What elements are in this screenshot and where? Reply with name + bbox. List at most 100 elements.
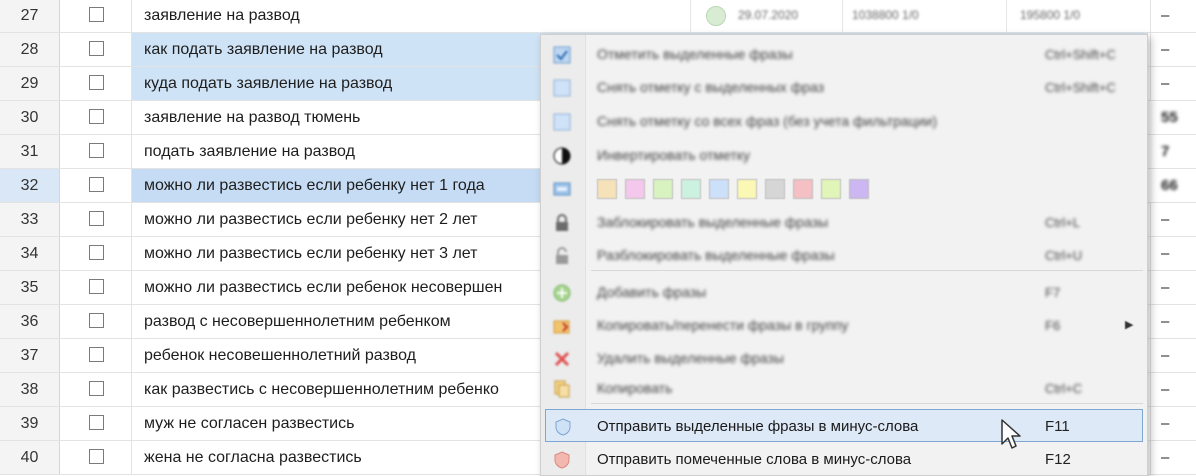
row-number: 30 (0, 101, 60, 134)
menu-item[interactable]: Заблокировать выделенные фразы Ctrl+L (541, 206, 1147, 239)
menu-item-label: Добавить фразы (597, 284, 707, 300)
menu-item-label: Инвертировать отметку (597, 147, 751, 163)
shield-blue-icon (555, 418, 571, 436)
menu-item-shortcut: F7 (1045, 285, 1061, 300)
phrase-text: заявление на развод тюмень (144, 109, 361, 126)
color-swatch[interactable] (849, 179, 869, 199)
frequency-cell: – (1150, 237, 1196, 270)
menu-item-shortcut: F6 (1045, 318, 1061, 333)
color-swatch[interactable] (821, 179, 841, 199)
frequency-cell: – (1150, 203, 1196, 236)
color-swatch[interactable] (793, 179, 813, 199)
menu-item-label: Заблокировать выделенные фразы (597, 214, 829, 230)
row-checkbox[interactable] (89, 279, 104, 294)
frequency-cell: – (1150, 441, 1196, 474)
submenu-arrow-icon: ▶ (1125, 319, 1134, 331)
menu-item[interactable]: Копировать/перенести фразы в группу F6 ▶ (541, 309, 1147, 342)
lock-icon (556, 214, 568, 231)
row-checkbox[interactable] (89, 313, 104, 328)
row-checkbox[interactable] (89, 41, 104, 56)
row-checkbox[interactable] (89, 381, 104, 396)
frequency-cell: – (1150, 305, 1196, 338)
phrase-text: заявление на развод (144, 7, 300, 24)
frequency-cell: – (1150, 0, 1196, 32)
color-swatch[interactable] (681, 179, 701, 199)
frequency-cell: – (1150, 407, 1196, 440)
unlock-icon (556, 247, 568, 264)
checkbox-cell (60, 169, 132, 202)
checkbox-empty-icon (553, 113, 571, 131)
menu-item-label: Снять отметку со всех фраз (без учета фи… (597, 113, 938, 129)
menu-item-shortcut: Ctrl+Shift+C (1045, 80, 1116, 95)
row-checkbox[interactable] (89, 109, 104, 124)
menu-item-label: Отправить выделенные фразы в минус-слова (597, 418, 919, 435)
color-swatch[interactable] (709, 179, 729, 199)
menu-item[interactable]: Разблокировать выделенные фразы Ctrl+U (541, 239, 1147, 272)
checkbox-cell (60, 101, 132, 134)
phrase-text: муж не согласен развестись (144, 415, 355, 432)
menu-item[interactable]: Добавить фразы F7 (541, 276, 1147, 309)
phrase-text: можно ли развестись если ребенку нет 3 л… (144, 245, 478, 262)
table-row[interactable]: 27 заявление на развод 29.07.2020 1038800 1… (0, 0, 1196, 33)
menu-item-label: Снять отметку с выделенных фраз (597, 79, 825, 95)
menu-item-label: Разблокировать выделенные фразы (597, 247, 835, 263)
menu-item[interactable]: Инвертировать отметку (541, 139, 1147, 172)
checkbox-cell (60, 135, 132, 168)
row-number: 38 (0, 373, 60, 406)
row-checkbox[interactable] (89, 143, 104, 158)
row-number: 33 (0, 203, 60, 236)
phrase-text: жена не согласна развестись (144, 449, 362, 466)
color-swatch[interactable] (737, 179, 757, 199)
menu-item[interactable]: Копировать Ctrl+C (541, 372, 1147, 405)
mouse-cursor-icon (1001, 419, 1021, 449)
menu-item[interactable]: Снять отметку со всех фраз (без учета фи… (541, 105, 1147, 138)
row-number: 39 (0, 407, 60, 440)
menu-item[interactable]: Отправить помеченные слова в минус-слова… (541, 443, 1147, 476)
color-swatch[interactable] (625, 179, 645, 199)
row-number: 36 (0, 305, 60, 338)
phrase-text: подать заявление на развод (144, 143, 355, 160)
row-checkbox[interactable] (89, 347, 104, 362)
row-number: 34 (0, 237, 60, 270)
row-number: 28 (0, 33, 60, 66)
frequency-cell: 55 (1150, 101, 1196, 134)
checkbox-cell (60, 271, 132, 304)
row-checkbox[interactable] (89, 211, 104, 226)
add-phrase-icon[interactable] (706, 6, 726, 26)
color-swatch[interactable] (597, 179, 617, 199)
row-date: 29.07.2020 (738, 8, 799, 22)
color-swatch[interactable] (765, 179, 785, 199)
shield-red-icon (554, 451, 570, 469)
menu-item[interactable] (541, 172, 1147, 205)
checkbox-cell (60, 203, 132, 236)
invert-icon (553, 147, 571, 165)
row-checkbox[interactable] (89, 415, 104, 430)
row-checkbox[interactable] (89, 7, 104, 22)
menu-item[interactable]: Снять отметку с выделенных фраз Ctrl+Shif… (541, 71, 1147, 104)
color-swatch[interactable] (653, 179, 673, 199)
frequency-cell: 7 (1150, 135, 1196, 168)
phrase-text: можно ли развестись если ребенок несовер… (144, 279, 503, 296)
menu-item-shortcut: Ctrl+U (1045, 248, 1083, 263)
frequency-cell: – (1150, 373, 1196, 406)
menu-item[interactable]: Удалить выделенные фразы (541, 342, 1147, 375)
row-checkbox[interactable] (89, 245, 104, 260)
phrase-text: можно ли развестись если ребенку нет 2 л… (144, 211, 478, 228)
phrase-text: ребенок несовешеннолетний развод (144, 347, 417, 364)
checkbox-checked-icon (553, 46, 571, 64)
menu-item-shortcut: F12 (1045, 451, 1071, 468)
phrase-text: можно ли развестись если ребенку нет 1 г… (144, 177, 485, 194)
copy-icon (554, 380, 570, 398)
checkbox-cell (60, 373, 132, 406)
frequency-cell: – (1150, 339, 1196, 372)
color-marker-icon (553, 182, 571, 196)
row-checkbox[interactable] (89, 177, 104, 192)
row-checkbox[interactable] (89, 75, 104, 90)
phrase-text: развод с несовершеннолетним ребенком (144, 313, 451, 330)
row-checkbox[interactable] (89, 449, 104, 464)
row-number: 32 (0, 169, 60, 202)
row-stats: 29.07.2020 1038800 1/0 195800 1/0 (630, 0, 1150, 32)
checkbox-cell (60, 339, 132, 372)
menu-item[interactable]: Отправить выделенные фразы в минус-слова… (545, 409, 1143, 442)
menu-item[interactable]: Отметить выделенные фразы Ctrl+Shift+C (541, 38, 1147, 71)
